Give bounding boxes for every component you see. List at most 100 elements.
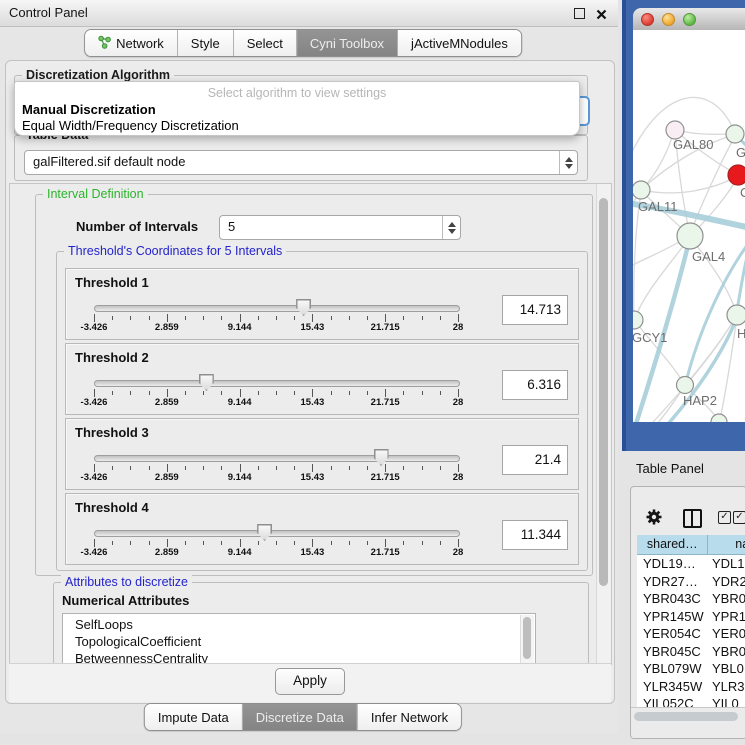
tab-network[interactable]: Network — [85, 30, 178, 56]
table-cell[interactable]: YER054C — [637, 625, 709, 643]
list-scrollbar[interactable] — [520, 615, 534, 665]
table-row[interactable]: YIL052CYIL0 — [637, 695, 745, 707]
network-node[interactable] — [727, 305, 745, 325]
table-cell[interactable]: YLR345W — [637, 678, 709, 696]
network-node[interactable] — [677, 377, 694, 394]
table-cell[interactable]: YDR27… — [637, 573, 709, 591]
slider-track[interactable] — [94, 305, 460, 312]
gear-icon[interactable] — [645, 508, 663, 531]
list-item[interactable]: SelfLoops — [63, 616, 521, 633]
network-node[interactable] — [633, 311, 643, 329]
table-row[interactable]: YLR345WYLR3 — [637, 678, 745, 696]
table-cell[interactable]: YDR2 — [709, 573, 745, 591]
slider-track[interactable] — [94, 530, 460, 537]
network-node[interactable] — [726, 125, 744, 143]
table-cell[interactable]: YBR043C — [637, 590, 709, 608]
tick — [221, 391, 222, 395]
column-header-shared[interactable]: shared… — [637, 535, 708, 555]
settings-vertical-scrollbar[interactable] — [596, 184, 611, 664]
network-node[interactable] — [711, 414, 727, 422]
tab-infer-network[interactable]: Infer Network — [358, 704, 461, 730]
network-canvas[interactable]: GAL80GACGAL11GAL4GCY1HAHAP2 — [633, 30, 745, 422]
table-cell[interactable]: YDL1 — [709, 555, 745, 573]
split-view-icon[interactable] — [683, 509, 702, 528]
tab-cyni-toolbox[interactable]: Cyni Toolbox — [297, 30, 398, 56]
window-close-icon[interactable] — [641, 13, 654, 26]
column-header-name[interactable]: na — [708, 535, 745, 555]
tick — [130, 466, 131, 470]
threshold-2-slider[interactable]: -3.4262.8599.14415.4321.71528 — [94, 377, 458, 411]
table-cell[interactable]: YIL0 — [709, 695, 745, 707]
table-row[interactable]: YBR043CYBR0 — [637, 590, 745, 608]
list-scrollbar-thumb[interactable] — [523, 617, 531, 659]
float-window-icon[interactable] — [574, 8, 585, 19]
table-row[interactable]: YDL19…YDL1 — [637, 555, 745, 573]
network-node[interactable] — [633, 181, 650, 199]
node-table[interactable]: shared… na YDL19…YDL1YDR27…YDR2YBR043CYB… — [637, 535, 745, 707]
threshold-3-value-field[interactable]: 21.4 — [502, 445, 568, 475]
tick — [130, 541, 131, 545]
table-cell[interactable]: YBL0 — [709, 660, 745, 678]
table-row[interactable]: YBR045CYBR0 — [637, 643, 745, 661]
network-node[interactable] — [728, 165, 745, 185]
tick-label: 21.715 — [371, 322, 400, 333]
tick-label: 28 — [453, 397, 464, 408]
window-zoom-icon[interactable] — [683, 13, 696, 26]
table-cell[interactable]: YBR0 — [709, 590, 745, 608]
tick — [149, 466, 150, 470]
network-window-titlebar[interactable] — [633, 8, 745, 31]
table-cell[interactable]: YPR145W — [637, 608, 709, 626]
table-row[interactable]: YBL079WYBL0 — [637, 660, 745, 678]
option-manual-discretization[interactable]: Manual Discretization — [22, 102, 156, 117]
apply-button[interactable]: Apply — [275, 668, 345, 695]
tab-impute-data[interactable]: Impute Data — [145, 704, 243, 730]
threshold-4-value-field[interactable]: 11.344 — [502, 520, 568, 550]
window-minimize-icon[interactable] — [662, 13, 675, 26]
table-cell[interactable]: YPR1 — [709, 608, 745, 626]
tab-impute-data-label: Impute Data — [158, 710, 229, 725]
tick-label: 28 — [453, 322, 464, 333]
list-item[interactable]: TopologicalCoefficient — [63, 633, 521, 650]
tick — [203, 391, 204, 395]
horizontal-scrollbar-thumb[interactable] — [634, 712, 738, 721]
numerical-attributes-list[interactable]: SelfLoopsTopologicalCoefficientBetweenne… — [62, 613, 536, 665]
tick — [312, 314, 313, 322]
tab-infer-network-label: Infer Network — [371, 710, 448, 725]
table-cell[interactable]: YLR3 — [709, 678, 745, 696]
tab-style[interactable]: Style — [178, 30, 234, 56]
table-cell[interactable]: YBL079W — [637, 660, 709, 678]
threshold-1-value-field[interactable]: 14.713 — [502, 295, 568, 325]
table-row[interactable]: YDR27…YDR2 — [637, 573, 745, 591]
tick — [240, 389, 241, 397]
threshold-2-value-field[interactable]: 6.316 — [502, 370, 568, 400]
table-data-combo[interactable]: galFiltered.sif default node — [24, 150, 578, 175]
table-cell[interactable]: YBR0 — [709, 643, 745, 661]
settings-scrollbar-thumb[interactable] — [599, 198, 608, 586]
table-cell[interactable]: YER0 — [709, 625, 745, 643]
slider-track[interactable] — [94, 455, 460, 462]
tab-select[interactable]: Select — [234, 30, 297, 56]
tick — [221, 466, 222, 470]
table-cell[interactable]: YIL052C — [637, 695, 709, 707]
tick — [112, 466, 113, 470]
checkbox-icon[interactable]: ✓ — [718, 511, 731, 524]
tick — [440, 316, 441, 320]
checkbox-icon[interactable]: ✓ — [733, 511, 745, 524]
panel-title: Control Panel — [9, 0, 88, 26]
threshold-4-slider[interactable]: -3.4262.8599.14415.4321.71528 — [94, 527, 458, 561]
slider-track[interactable] — [94, 380, 460, 387]
network-node[interactable] — [677, 223, 703, 249]
threshold-3-slider[interactable]: -3.4262.8599.14415.4321.71528 — [94, 452, 458, 486]
table-row[interactable]: YPR145WYPR1 — [637, 608, 745, 626]
tab-jactivemnodules[interactable]: jActiveMNodules — [398, 30, 521, 56]
table-cell[interactable]: YDL19… — [637, 555, 709, 573]
table-cell[interactable]: YBR045C — [637, 643, 709, 661]
tick — [385, 389, 386, 397]
option-equal-width-frequency[interactable]: Equal Width/Frequency Discretization — [22, 118, 239, 133]
threshold-1-slider[interactable]: -3.4262.8599.14415.4321.71528 — [94, 302, 458, 336]
tab-discretize-data[interactable]: Discretize Data — [243, 704, 358, 730]
number-of-intervals-combo[interactable]: 5 — [219, 215, 461, 240]
table-row[interactable]: YER054CYER0 — [637, 625, 745, 643]
table-data-combo-value: galFiltered.sif default node — [33, 151, 557, 173]
close-icon[interactable] — [596, 7, 607, 18]
